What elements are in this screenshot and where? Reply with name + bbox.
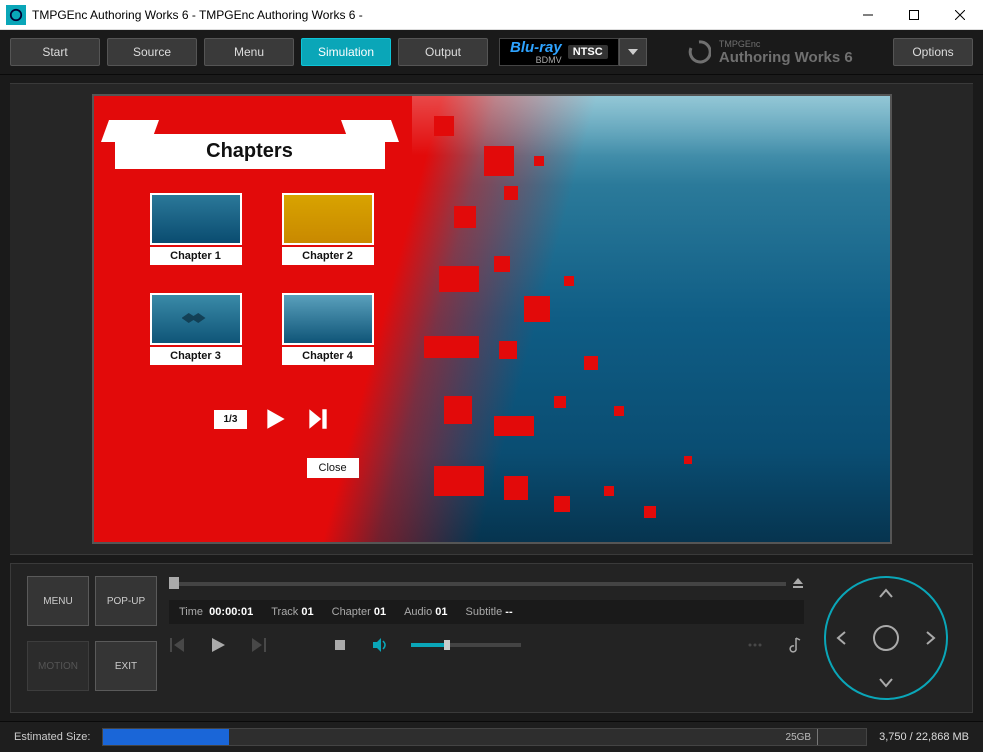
next-chapter-button [249,636,267,654]
play-icon[interactable] [263,406,289,432]
options-button[interactable]: Options [893,38,973,66]
chapter-item-3[interactable]: Chapter 3 [150,293,242,365]
status-bar: Estimated Size: 25GB 3,750 / 22,868 MB [0,721,983,752]
video-standard: NTSC [568,45,608,59]
chapter-thumbnail [282,293,374,345]
disc-capacity: 25GB [786,729,819,745]
format-sub: BDMV [536,56,562,65]
brand-logo: TMPGEnc Authoring Works 6 [654,39,886,66]
scrub-thumb[interactable] [169,577,179,589]
more-button [746,636,764,654]
chapter-label: Chapter 3 [150,347,242,365]
dpad-right-button[interactable] [922,630,938,646]
eject-icon[interactable] [792,576,804,594]
popup-button[interactable]: POP-UP [95,576,157,626]
preview-area: Chapters Chapter 1 Chapter 2 Chapter 3 [10,83,973,555]
play-button[interactable] [209,636,227,654]
top-toolbar: Start Source Menu Simulation Output Blu-… [0,30,983,75]
window-titlebar: TMPGEnc Authoring Works 6 - TMPGEnc Auth… [0,0,983,30]
subtitle-value: -- [505,606,512,618]
playback-info-bar: Time 00:00:01 Track 01 Chapter 01 Audio … [169,600,804,624]
chapter-thumbnail [150,293,242,345]
dpad-select-button[interactable] [873,625,899,651]
tab-source[interactable]: Source [107,38,197,66]
size-progress-bar: 25GB [102,728,867,746]
stop-button[interactable] [331,636,349,654]
window-close-button[interactable] [937,0,983,30]
window-title: TMPGEnc Authoring Works 6 - TMPGEnc Auth… [32,8,845,22]
chapter-item-4[interactable]: Chapter 4 [282,293,374,365]
next-icon[interactable] [305,406,331,432]
disc-menu-preview[interactable]: Chapters Chapter 1 Chapter 2 Chapter 3 [92,94,892,544]
chapters-heading: Chapters [115,134,385,169]
time-value: 00:00:01 [209,606,253,618]
chapter-thumbnail [150,193,242,245]
dpad-up-button[interactable] [878,586,894,602]
dpad-down-button[interactable] [878,674,894,690]
estimated-size-label: Estimated Size: [14,731,90,743]
audio-value: 01 [435,606,447,618]
volume-icon[interactable] [371,636,389,654]
prev-chapter-button [169,636,187,654]
audio-note-icon[interactable] [786,636,804,654]
window-maximize-button[interactable] [891,0,937,30]
motion-button: MOTION [27,641,89,691]
menu-button[interactable]: MENU [27,576,89,626]
dpad-navigator [824,576,948,700]
chapter-item-2[interactable]: Chapter 2 [282,193,374,265]
tab-menu[interactable]: Menu [204,38,294,66]
scrub-slider[interactable] [169,582,786,586]
chapter-page-counter: 1/3 [214,410,248,429]
chapter-label: Chapter 2 [282,247,374,265]
size-text: 3,750 / 22,868 MB [879,731,969,743]
chapters-panel: Chapters Chapter 1 Chapter 2 Chapter 3 [110,134,390,365]
chapter-item-1[interactable]: Chapter 1 [150,193,242,265]
chapter-label: Chapter 1 [150,247,242,265]
chapter-value: 01 [374,606,386,618]
format-name: Blu-ray [510,39,562,56]
tab-output[interactable]: Output [398,38,488,66]
format-badge: Blu-ray BDMV NTSC [499,38,619,66]
exit-button[interactable]: EXIT [95,641,157,691]
volume-slider[interactable] [411,643,521,647]
disc-menu-close-button[interactable]: Close [307,458,359,478]
dpad-left-button[interactable] [834,630,850,646]
playback-control-panel: MENU POP-UP MOTION EXIT Time 00:00:01 Tr… [10,563,973,713]
track-value: 01 [301,606,313,618]
size-fill [103,729,228,745]
format-dropdown-button[interactable] [619,38,647,66]
chapter-label: Chapter 4 [282,347,374,365]
app-icon [6,5,26,25]
tab-start[interactable]: Start [10,38,100,66]
chapter-thumbnail [282,193,374,245]
window-minimize-button[interactable] [845,0,891,30]
tab-simulation[interactable]: Simulation [301,38,391,66]
